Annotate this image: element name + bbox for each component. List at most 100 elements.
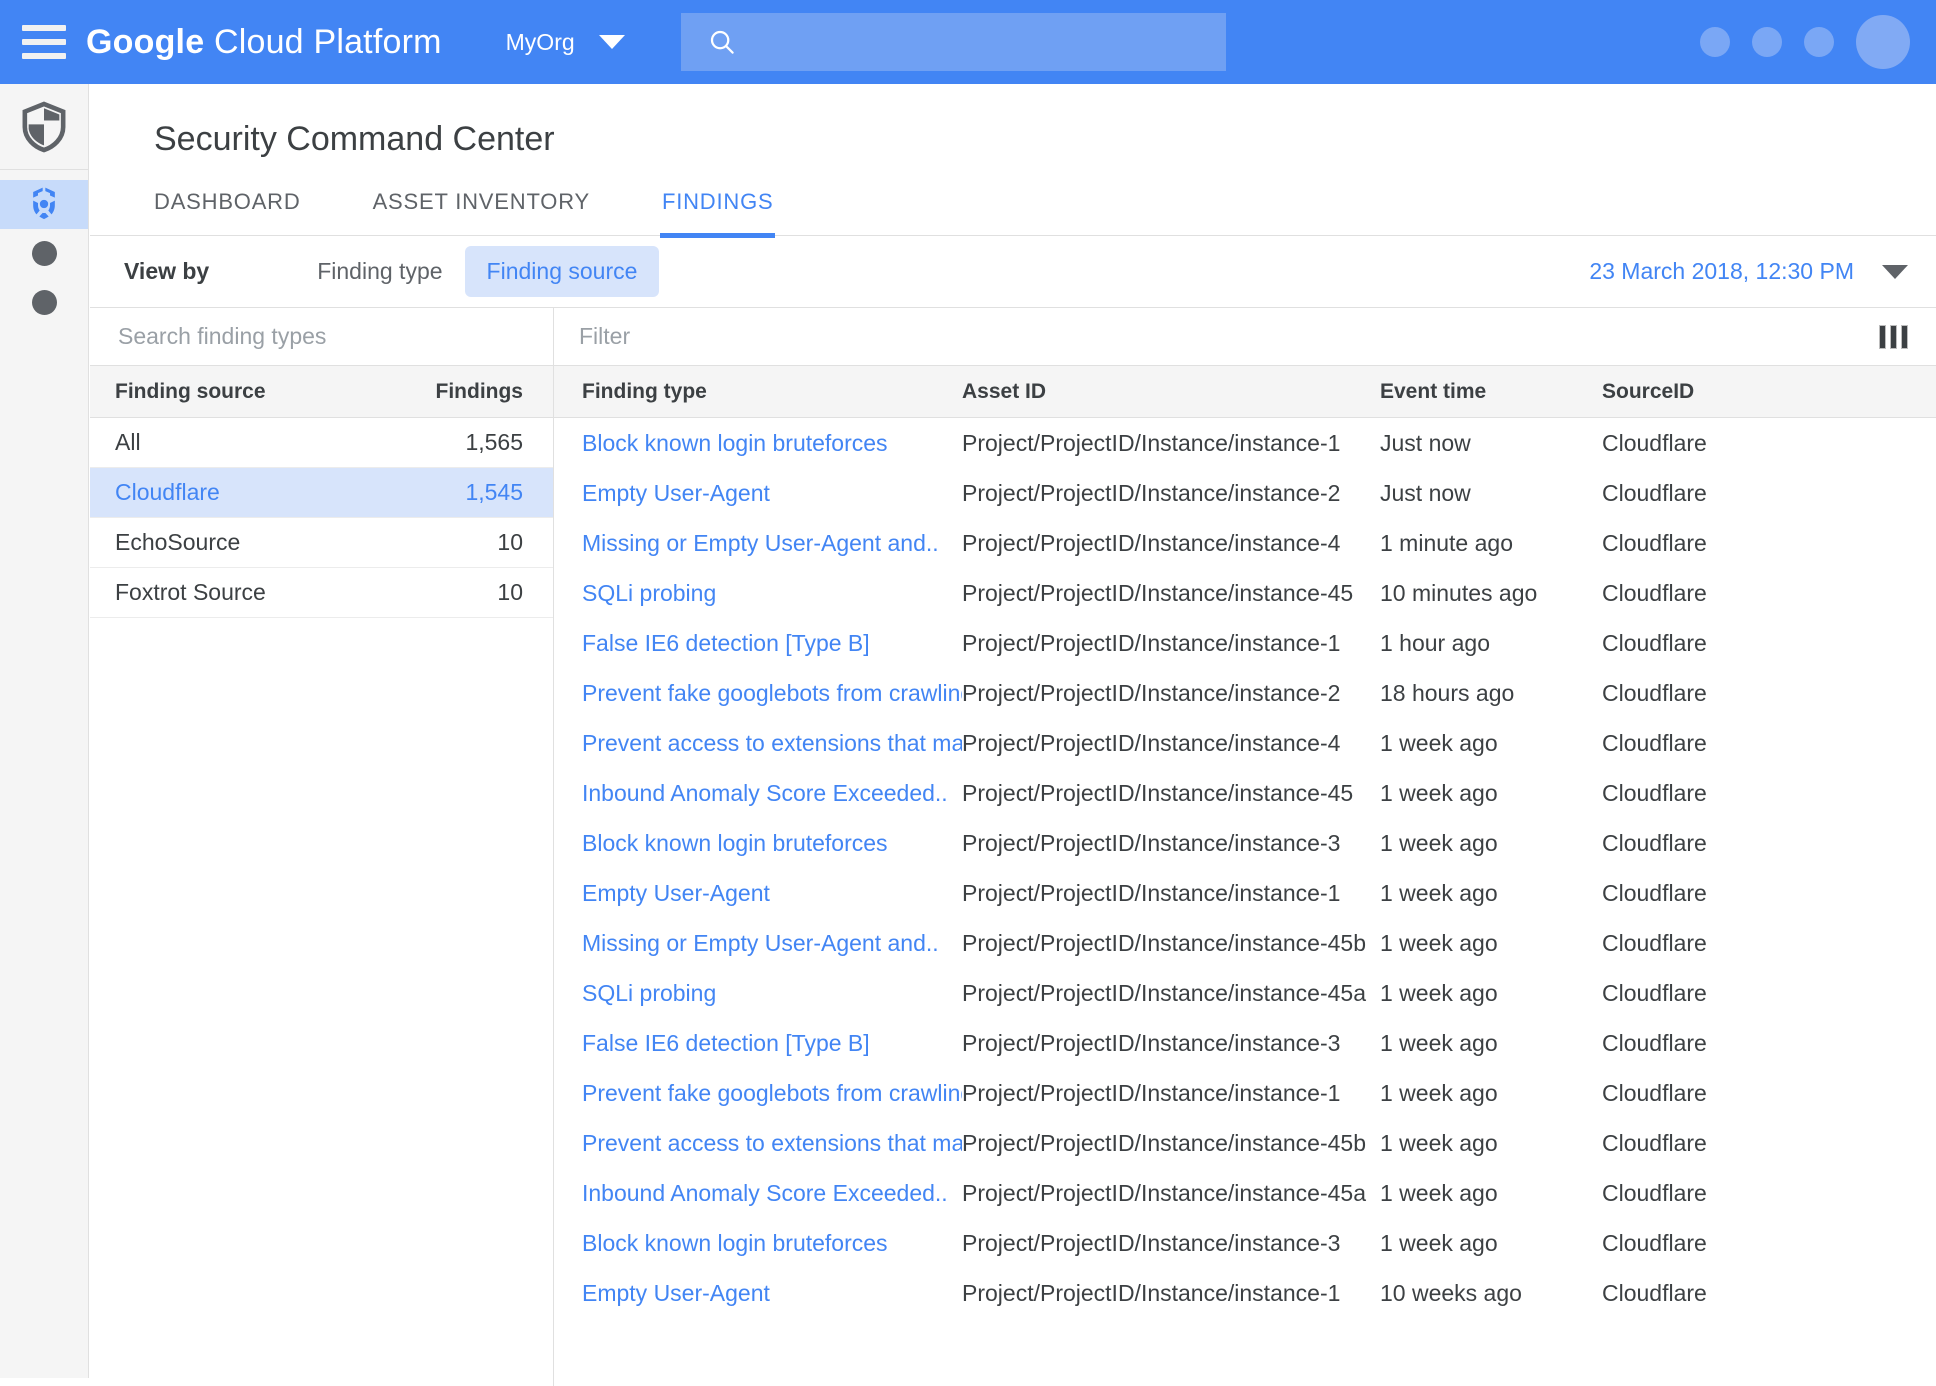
asset-id-cell: Project/ProjectID/Instance/instance-4	[962, 729, 1341, 756]
table-row[interactable]: Inbound Anomaly Score Exceeded.. Project/…	[554, 768, 1936, 818]
table-row[interactable]: SQLi probing Project/ProjectID/Instance/i…	[554, 568, 1936, 618]
finding-source-name: Foxtrot Source	[115, 579, 266, 605]
finding-type-link[interactable]: Prevent access to extensions that may..	[554, 1130, 962, 1157]
brand-title[interactable]: Google Cloud Platform	[86, 23, 442, 62]
column-header-asset-id[interactable]: Asset ID	[962, 380, 1380, 404]
source-id-cell: Cloudflare	[1602, 529, 1707, 556]
source-id-cell: Cloudflare	[1602, 829, 1707, 856]
search-input[interactable]	[750, 29, 1171, 55]
circle-icon[interactable]	[1804, 27, 1834, 57]
event-time-cell: Just now	[1380, 429, 1471, 456]
asset-id-cell: Project/ProjectID/Instance/instance-1	[962, 1279, 1341, 1306]
table-row[interactable]: Prevent access to extensions that may.. P…	[554, 1118, 1936, 1168]
findings-filter-bar[interactable]	[554, 308, 1936, 366]
org-selector-label[interactable]: MyOrg	[506, 29, 575, 56]
source-id-cell: Cloudflare	[1602, 1279, 1707, 1306]
tab-findings[interactable]: FINDINGS	[659, 189, 775, 238]
table-row[interactable]: Prevent fake googlebots from crawling Pro…	[554, 668, 1936, 718]
circle-icon[interactable]	[1700, 27, 1730, 57]
asset-id-cell: Project/ProjectID/Instance/instance-45b	[962, 929, 1366, 956]
view-by-label: View by	[124, 258, 210, 284]
column-header-findings[interactable]: Findings	[436, 380, 554, 404]
table-row[interactable]: Missing or Empty User-Agent and.. Project…	[554, 518, 1936, 568]
finding-type-link[interactable]: Block known login bruteforces	[554, 430, 962, 457]
finding-type-link[interactable]: Empty User-Agent	[554, 1280, 962, 1307]
source-id-cell: Cloudflare	[1602, 1179, 1707, 1206]
tab-dashboard[interactable]: DASHBOARD	[154, 189, 301, 235]
finding-types-search[interactable]	[90, 308, 553, 366]
table-row[interactable]: Prevent access to extensions that may.. P…	[554, 718, 1936, 768]
security-command-center-icon	[33, 187, 55, 219]
finding-source-row[interactable]: Foxtrot Source 10	[90, 568, 553, 618]
finding-source-row[interactable]: All 1,565	[90, 418, 553, 468]
table-row[interactable]: False IE6 detection [Type B] Project/Proj…	[554, 618, 1936, 668]
view-by-finding-type[interactable]: Finding type	[295, 246, 464, 297]
view-by-finding-source[interactable]: Finding source	[464, 246, 660, 297]
tab-asset-inventory[interactable]: ASSET INVENTORY	[373, 189, 590, 235]
event-time-cell: 1 week ago	[1380, 1179, 1498, 1206]
finding-source-row[interactable]: Cloudflare 1,545	[90, 468, 553, 518]
table-row[interactable]: Block known login bruteforces Project/Pro…	[554, 1218, 1936, 1268]
finding-type-link[interactable]: Missing or Empty User-Agent and..	[554, 530, 962, 557]
column-header-finding-type[interactable]: Finding type	[554, 380, 962, 404]
finding-source-count: 1,565	[465, 429, 523, 455]
sidebar-item-3[interactable]	[0, 278, 88, 327]
table-row[interactable]: Empty User-Agent Project/ProjectID/Instan…	[554, 868, 1936, 918]
finding-type-link[interactable]: False IE6 detection [Type B]	[554, 630, 962, 657]
asset-id-cell: Project/ProjectID/Instance/instance-2	[962, 479, 1341, 506]
findings-panel: Finding type Asset ID Event time SourceI…	[554, 308, 1936, 1386]
finding-source-table-header: Finding source Findings	[90, 366, 553, 418]
dot-icon	[31, 241, 57, 266]
table-row[interactable]: SQLi probing Project/ProjectID/Instance/i…	[554, 968, 1936, 1018]
finding-type-link[interactable]: Empty User-Agent	[554, 880, 962, 907]
event-time-cell: 1 week ago	[1380, 729, 1498, 756]
event-time-cell: 1 week ago	[1380, 1079, 1498, 1106]
nav-rail	[0, 84, 89, 1378]
avatar[interactable]	[1856, 15, 1910, 69]
circle-icon[interactable]	[1752, 27, 1782, 57]
column-header-event-time[interactable]: Event time	[1380, 380, 1602, 404]
finding-type-link[interactable]: Prevent access to extensions that may..	[554, 730, 962, 757]
finding-type-link[interactable]: SQLi probing	[554, 980, 962, 1007]
table-row[interactable]: Empty User-Agent Project/ProjectID/Instan…	[554, 468, 1936, 518]
columns-icon[interactable]	[1879, 324, 1908, 349]
finding-type-link[interactable]: False IE6 detection [Type B]	[554, 1030, 962, 1057]
sidebar-item-security-command-center[interactable]	[0, 180, 88, 229]
finding-type-link[interactable]: Prevent fake googlebots from crawling	[554, 680, 962, 707]
asset-id-cell: Project/ProjectID/Instance/instance-45b	[962, 1129, 1366, 1156]
table-row[interactable]: Inbound Anomaly Score Exceeded.. Project/…	[554, 1168, 1936, 1218]
global-search[interactable]	[680, 13, 1226, 71]
hamburger-icon[interactable]	[22, 25, 66, 59]
rail-product-logo[interactable]	[0, 84, 88, 170]
main-content: Security Command Center DASHBOARD ASSET …	[90, 84, 1936, 1386]
finding-type-link[interactable]: Inbound Anomaly Score Exceeded..	[554, 780, 962, 807]
finding-type-link[interactable]: SQLi probing	[554, 580, 962, 607]
event-time-cell: 1 week ago	[1380, 979, 1498, 1006]
column-header-source-id[interactable]: SourceID	[1602, 380, 1842, 404]
event-time-cell: 18 hours ago	[1380, 679, 1515, 706]
table-row[interactable]: Empty User-Agent Project/ProjectID/Instan…	[554, 1268, 1936, 1318]
finding-type-link[interactable]: Prevent fake googlebots from crawling	[554, 1080, 962, 1107]
table-row[interactable]: False IE6 detection [Type B] Project/Proj…	[554, 1018, 1936, 1068]
findings-table-header: Finding type Asset ID Event time SourceI…	[554, 366, 1936, 418]
chevron-down-icon[interactable]	[598, 35, 625, 49]
view-by-toolbar: View by Finding type Finding source 23 M…	[90, 236, 1936, 308]
date-range-selector[interactable]: 23 March 2018, 12:30 PM	[1589, 258, 1908, 285]
asset-id-cell: Project/ProjectID/Instance/instance-3	[962, 829, 1341, 856]
filter-input[interactable]	[579, 323, 1879, 350]
finding-source-row[interactable]: EchoSource 10	[90, 518, 553, 568]
table-row[interactable]: Block known login bruteforces Project/Pro…	[554, 418, 1936, 468]
table-row[interactable]: Block known login bruteforces Project/Pro…	[554, 818, 1936, 868]
event-time-cell: 1 week ago	[1380, 879, 1498, 906]
finding-type-link[interactable]: Inbound Anomaly Score Exceeded..	[554, 1180, 962, 1207]
column-header-finding-source[interactable]: Finding source	[90, 380, 436, 404]
event-time-cell: 10 minutes ago	[1380, 579, 1538, 606]
finding-type-link[interactable]: Block known login bruteforces	[554, 830, 962, 857]
sidebar-item-2[interactable]	[0, 229, 88, 278]
finding-type-link[interactable]: Empty User-Agent	[554, 480, 962, 507]
table-row[interactable]: Missing or Empty User-Agent and.. Project…	[554, 918, 1936, 968]
finding-type-link[interactable]: Block known login bruteforces	[554, 1230, 962, 1257]
table-row[interactable]: Prevent fake googlebots from crawling Pro…	[554, 1068, 1936, 1118]
search-finding-types-input[interactable]	[118, 323, 532, 350]
finding-type-link[interactable]: Missing or Empty User-Agent and..	[554, 930, 962, 957]
